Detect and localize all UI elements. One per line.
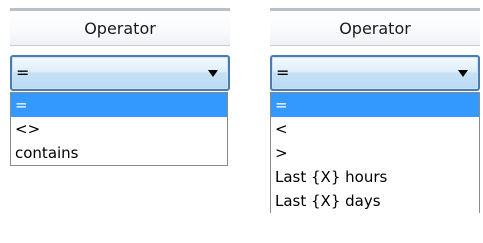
list-item-last-x-days[interactable]: Last {X} days: [271, 189, 479, 213]
operator-dropdown-list: = <> contains: [10, 92, 228, 166]
list-item-equals[interactable]: =: [271, 93, 479, 117]
operator-combobox-value: =: [276, 63, 290, 82]
list-item-greater-than[interactable]: >: [271, 141, 479, 165]
list-item-less-than[interactable]: <: [271, 117, 479, 141]
list-item-last-x-hours[interactable]: Last {X} hours: [271, 165, 479, 189]
operator-dropdown-list: = < > Last {X} hours Last {X} days: [270, 92, 480, 213]
list-item-contains[interactable]: contains: [11, 141, 227, 165]
list-item-equals[interactable]: =: [11, 93, 227, 117]
operator-combobox-value: =: [16, 63, 30, 82]
operator-combobox[interactable]: =: [270, 55, 480, 91]
chevron-down-icon[interactable]: [208, 70, 218, 77]
chevron-down-icon[interactable]: [458, 70, 468, 77]
operator-combobox[interactable]: =: [10, 55, 230, 91]
operator-column-header[interactable]: Operator: [10, 8, 230, 46]
list-item-not-equal[interactable]: <>: [11, 117, 227, 141]
operator-column-header[interactable]: Operator: [270, 8, 480, 46]
